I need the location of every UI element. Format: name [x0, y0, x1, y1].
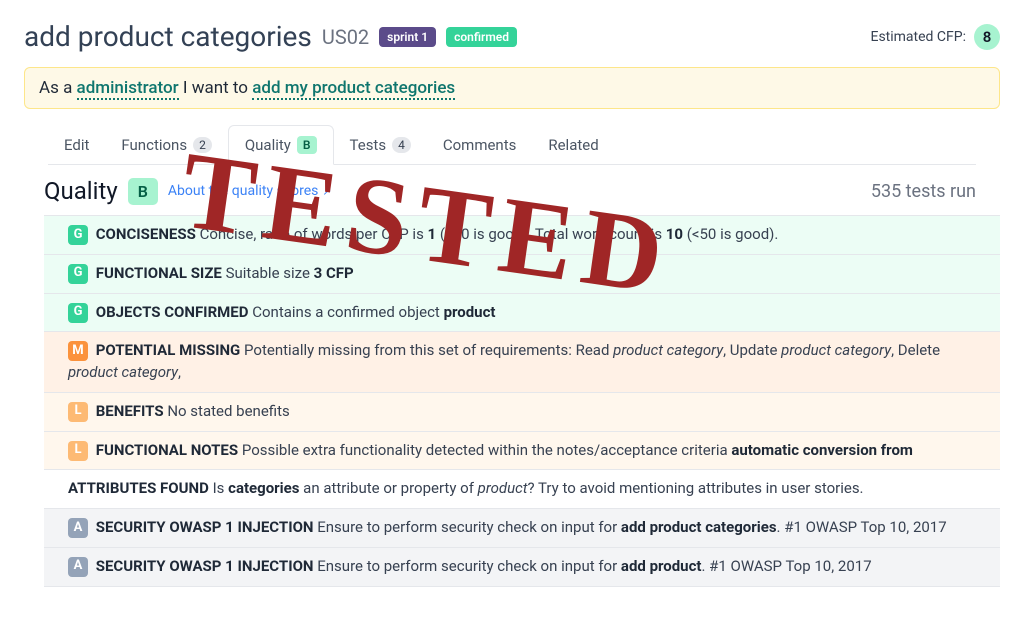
quality-rows: G CONCISENESS Concise, ratio of words pe…: [44, 215, 1000, 587]
functions-count: 2: [193, 137, 212, 153]
row-label: ATTRIBUTES FOUND: [68, 479, 209, 497]
about-quality-link[interactable]: About the quality scores ↗: [168, 183, 332, 199]
row-text: (<10 is good). Total word count is: [436, 225, 666, 243]
quality-grade-badge: B: [297, 136, 317, 154]
row-text: Ensure to perform security check on inpu…: [317, 518, 621, 536]
row-text: Possible extra functionality detected wi…: [242, 441, 732, 459]
tests-count: 4: [392, 137, 411, 153]
quality-row-functional-notes: L FUNCTIONAL NOTES Possible extra functi…: [44, 432, 1000, 471]
cfp-value: 8: [974, 24, 1000, 50]
story-action[interactable]: add my product categories: [252, 78, 455, 100]
story-id: US02: [322, 25, 369, 49]
tab-functions[interactable]: Functions 2: [105, 125, 227, 164]
tabs: Edit Functions 2 Quality B Tests 4 Comme…: [48, 125, 976, 165]
row-bold: product: [444, 303, 496, 321]
row-label: OBJECTS CONFIRMED: [96, 303, 249, 321]
grade-pill: G: [68, 303, 88, 323]
quality-heading: Quality B About the quality scores ↗ 535…: [24, 177, 1000, 205]
row-label: SECURITY OWASP 1 INJECTION: [96, 557, 314, 575]
grade-pill: L: [68, 441, 88, 461]
tab-edit-label: Edit: [64, 136, 89, 154]
row-em: product category: [781, 341, 891, 359]
row-text: Ensure to perform security check on inpu…: [317, 557, 621, 575]
row-text: , Update: [723, 341, 781, 359]
grade-pill: A: [68, 518, 88, 538]
grade-pill: G: [68, 264, 88, 284]
tab-related[interactable]: Related: [532, 125, 614, 164]
row-label: FUNCTIONAL SIZE: [96, 264, 222, 282]
row-label: CONCISENESS: [96, 225, 196, 243]
row-label: FUNCTIONAL NOTES: [96, 441, 238, 459]
row-label: BENEFITS: [96, 402, 164, 420]
row-label: SECURITY OWASP 1 INJECTION: [96, 518, 314, 536]
tab-related-label: Related: [548, 136, 598, 154]
row-em: product: [478, 479, 528, 497]
row-text: ? Try to avoid mentioning attributes in …: [528, 479, 864, 497]
quality-row-functional-size: G FUNCTIONAL SIZE Suitable size 3 CFP: [44, 255, 1000, 294]
tab-quality[interactable]: Quality B: [228, 125, 334, 165]
quality-title: Quality: [44, 177, 118, 205]
row-text: No stated benefits: [167, 402, 289, 420]
tab-comments-label: Comments: [443, 136, 517, 154]
sprint-badge: sprint 1: [379, 27, 436, 47]
grade-pill: G: [68, 225, 88, 245]
tests-run-count: 535 tests run: [871, 181, 976, 202]
row-bold: add product: [621, 557, 702, 575]
about-quality-text: About the quality scores: [168, 183, 319, 199]
quality-row-attributes-found: ATTRIBUTES FOUND Is categories an attrib…: [44, 470, 1000, 509]
row-bold: 10: [666, 225, 683, 243]
story-sentence: As a administrator I want to add my prod…: [24, 67, 1000, 109]
cfp-label: Estimated CFP:: [870, 29, 966, 45]
quality-row-objects-confirmed: G OBJECTS CONFIRMED Contains a confirmed…: [44, 294, 1000, 333]
tab-functions-label: Functions: [121, 136, 187, 154]
row-text: ,: [178, 363, 181, 381]
row-text: , Delete: [891, 341, 940, 359]
row-bold: automatic conversion from: [731, 441, 913, 459]
tab-edit[interactable]: Edit: [48, 125, 105, 164]
tab-tests[interactable]: Tests 4: [334, 125, 427, 164]
external-link-icon: ↗: [322, 185, 331, 198]
row-text: . #1 OWASP Top 10, 2017: [777, 518, 947, 536]
story-prefix: As a: [39, 78, 77, 98]
confirmed-badge: confirmed: [446, 27, 517, 47]
quality-row-potential-missing: M POTENTIAL MISSING Potentially missing …: [44, 332, 1000, 393]
page-header: add product categories US02 sprint 1 con…: [24, 20, 1000, 53]
row-em: product category: [68, 363, 178, 381]
grade-pill: A: [68, 557, 88, 577]
row-text: Suitable size: [226, 264, 314, 282]
row-text: an attribute or property of: [299, 479, 477, 497]
row-em: product category: [613, 341, 723, 359]
row-bold: categories: [228, 479, 299, 497]
story-title: add product categories: [24, 20, 312, 53]
row-text: Potentially missing from this set of req…: [244, 341, 613, 359]
quality-row-benefits: L BENEFITS No stated benefits: [44, 393, 1000, 432]
quality-row-security-owasp-1: A SECURITY OWASP 1 INJECTION Ensure to p…: [44, 509, 1000, 548]
tab-comments[interactable]: Comments: [427, 125, 533, 164]
tab-tests-label: Tests: [350, 136, 387, 154]
story-role[interactable]: administrator: [77, 78, 179, 100]
row-text: Is: [213, 479, 229, 497]
story-middle: I want to: [179, 78, 253, 98]
tab-quality-label: Quality: [245, 136, 291, 154]
row-text: Concise, ratio of words per CFP is: [200, 225, 428, 243]
quality-grade: B: [128, 178, 158, 205]
row-bold: 3 CFP: [314, 264, 354, 282]
row-label: POTENTIAL MISSING: [96, 341, 241, 359]
row-text: Contains a confirmed object: [252, 303, 443, 321]
quality-row-security-owasp-2: A SECURITY OWASP 1 INJECTION Ensure to p…: [44, 548, 1000, 587]
grade-pill: L: [68, 402, 88, 422]
row-bold: add product categories: [621, 518, 777, 536]
grade-pill: M: [68, 341, 88, 361]
row-text: (<50 is good).: [683, 225, 778, 243]
row-bold: 1: [428, 225, 437, 243]
quality-row-conciseness: G CONCISENESS Concise, ratio of words pe…: [44, 216, 1000, 255]
row-text: . #1 OWASP Top 10, 2017: [701, 557, 871, 575]
